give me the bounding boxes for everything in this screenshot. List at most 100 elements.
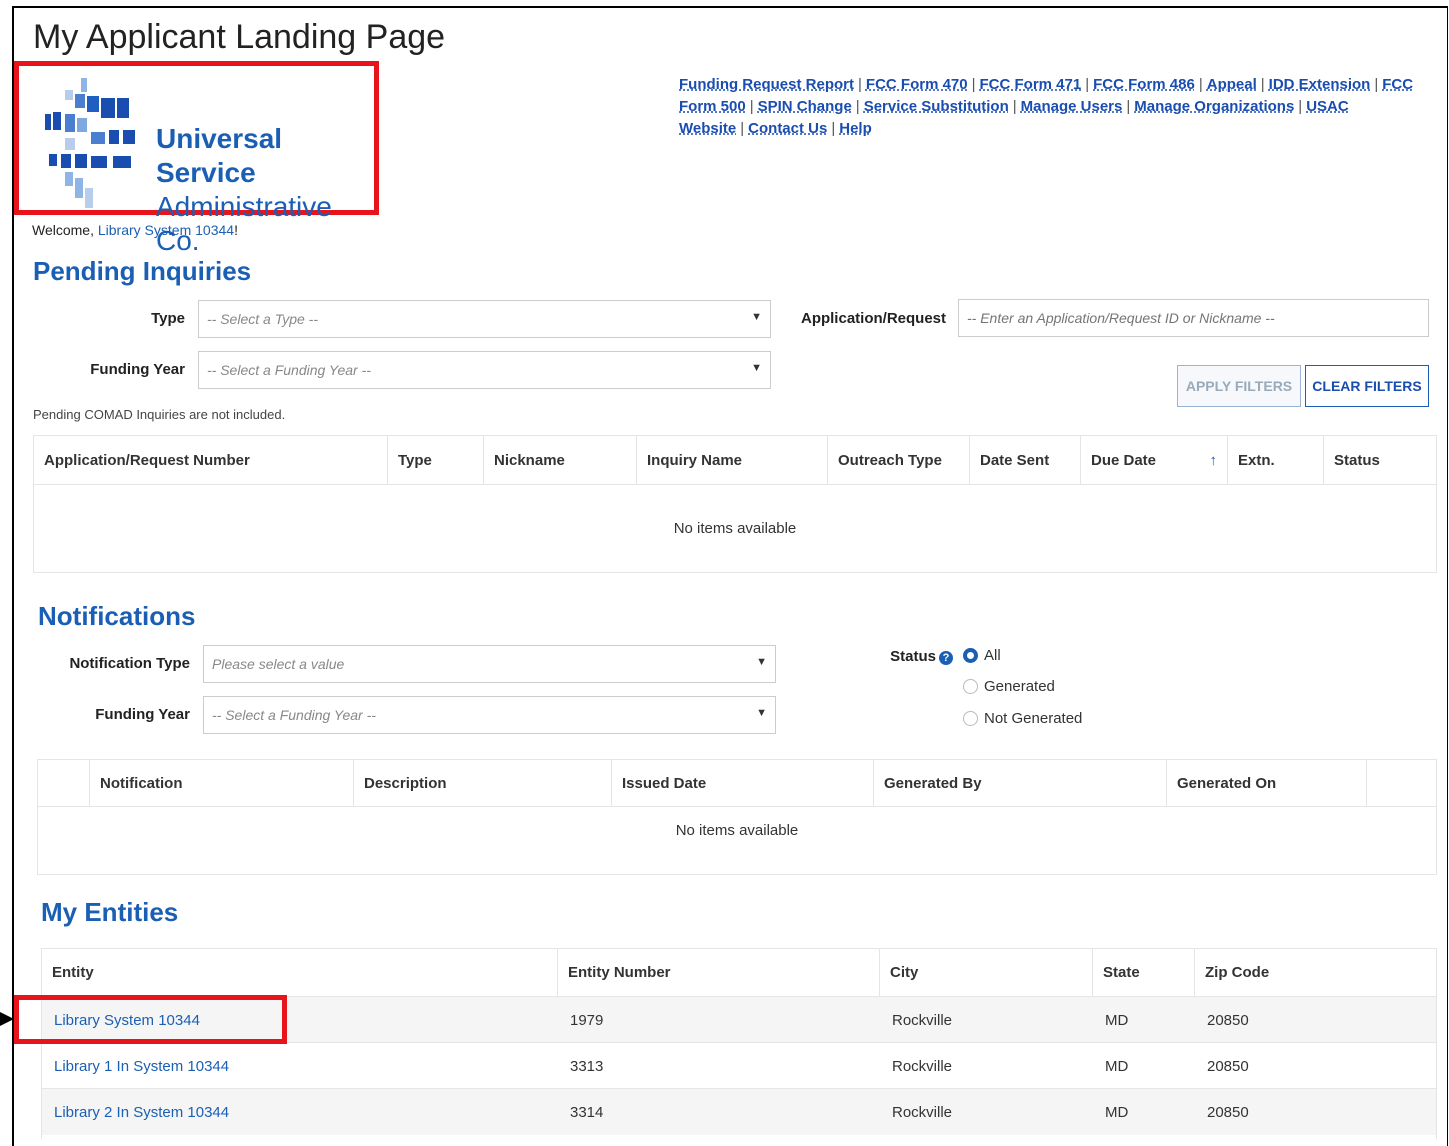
status-option-all: All: [984, 647, 1001, 664]
col-extn[interactable]: Extn.: [1228, 436, 1324, 484]
notification-type-label: Notification Type: [69, 655, 190, 672]
zip-cell: 20850: [1207, 1011, 1249, 1029]
col-nickname[interactable]: Nickname: [484, 436, 637, 484]
col-date-sent[interactable]: Date Sent: [970, 436, 1081, 484]
link-fcc-form-471[interactable]: FCC Form 471: [980, 76, 1082, 93]
notif-funding-year-select[interactable]: -- Select a Funding Year -- ▼: [203, 696, 776, 734]
table-header: Application/Request Number Type Nickname…: [34, 436, 1436, 485]
link-manage-organizations[interactable]: Manage Organizations: [1134, 98, 1294, 115]
status-radio-not-generated[interactable]: Not Generated: [963, 710, 1082, 727]
pending-empty-message: No items available: [673, 520, 797, 537]
sort-ascending-icon: ↑: [1209, 451, 1218, 469]
link-funding-request-report[interactable]: Funding Request Report: [679, 76, 854, 93]
help-icon[interactable]: ?: [939, 651, 953, 665]
pending-inquiries-table: Application/Request Number Type Nickname…: [33, 435, 1437, 573]
my-entities-title: My Entities: [41, 897, 179, 927]
entity-link[interactable]: Library 2 In System 10344: [54, 1104, 229, 1121]
city-cell: Rockville: [892, 1011, 953, 1029]
welcome-user-link[interactable]: Library System 10344: [98, 222, 234, 238]
comad-note: Pending COMAD Inquiries are not included…: [33, 407, 286, 422]
chevron-down-icon: ▼: [751, 311, 762, 323]
link-fcc-form-486[interactable]: FCC Form 486: [1093, 76, 1195, 93]
col-generated-by[interactable]: Generated By: [874, 760, 1167, 806]
link-service-substitution[interactable]: Service Substitution: [864, 98, 1009, 115]
notifications-empty-message: No items available: [675, 822, 799, 839]
col-notification[interactable]: Notification: [90, 760, 354, 806]
col-issued-date[interactable]: Issued Date: [612, 760, 874, 806]
col-city[interactable]: City: [880, 949, 1093, 996]
link-spin-change[interactable]: SPIN Change: [758, 98, 852, 115]
notifications-title: Notifications: [38, 601, 196, 631]
application-request-input[interactable]: [958, 299, 1429, 337]
status-radio-generated[interactable]: Generated: [963, 678, 1055, 695]
col-application-request-number[interactable]: Application/Request Number: [34, 436, 388, 484]
entity-number-cell: 3314: [570, 1103, 604, 1121]
col-state[interactable]: State: [1093, 949, 1195, 996]
notifications-table: Notification Description Issued Date Gen…: [37, 759, 1437, 875]
col-entity-number[interactable]: Entity Number: [558, 949, 880, 996]
page-title: My Applicant Landing Page: [33, 18, 446, 56]
chevron-down-icon: ▼: [756, 656, 767, 668]
apply-filters-button[interactable]: APPLY FILTERS: [1177, 365, 1301, 407]
type-select-placeholder: -- Select a Type --: [207, 311, 318, 327]
link-contact-us[interactable]: Contact Us: [748, 120, 827, 137]
notification-type-placeholder: Please select a value: [212, 656, 345, 672]
col-status[interactable]: Status: [1324, 436, 1436, 484]
notif-funding-year-label: Funding Year: [95, 706, 190, 723]
col-due-date[interactable]: Due Date ↑: [1081, 436, 1228, 484]
welcome-message: Welcome, Library System 10344!: [32, 222, 238, 238]
col-type[interactable]: Type: [388, 436, 484, 484]
table-header: Notification Description Issued Date Gen…: [38, 760, 1436, 807]
status-radio-all[interactable]: All: [963, 647, 1001, 664]
col-generated-on[interactable]: Generated On: [1167, 760, 1367, 806]
entity-cell: Library 1 In System 10344: [42, 1043, 558, 1089]
logo-line1: Universal Service: [156, 123, 283, 188]
clear-filters-button[interactable]: CLEAR FILTERS: [1305, 365, 1429, 407]
col-zip-code[interactable]: Zip Code: [1195, 949, 1436, 996]
type-label: Type: [151, 310, 185, 327]
funding-year-select[interactable]: -- Select a Funding Year -- ▼: [198, 351, 771, 389]
pending-inquiries-title: Pending Inquiries: [33, 256, 252, 286]
table-row: Library 2 In System 10344 3314 Rockville…: [42, 1088, 1436, 1135]
application-request-label: Application/Request: [800, 310, 946, 327]
zip-cell: 20850: [1207, 1057, 1249, 1075]
city-cell: Rockville: [892, 1057, 953, 1075]
entity-link[interactable]: Library 1 In System 10344: [54, 1058, 229, 1075]
col-entity[interactable]: Entity: [42, 949, 558, 996]
pointer-arrow-icon: [0, 1012, 14, 1026]
city-cell: Rockville: [892, 1103, 953, 1121]
welcome-suffix: !: [234, 222, 238, 238]
usac-logo-mark-icon: [45, 78, 135, 208]
top-nav-links: Funding Request Report | FCC Form 470 | FCC …: [679, 76, 1414, 137]
entity-number-cell: 1979: [570, 1011, 604, 1029]
entity-cell: Library 2 In System 10344: [42, 1089, 558, 1135]
entity-highlight-box: [14, 995, 287, 1044]
notif-funding-year-placeholder: -- Select a Funding Year --: [212, 707, 376, 723]
col-description[interactable]: Description: [354, 760, 612, 806]
col-outreach-type[interactable]: Outreach Type: [828, 436, 970, 484]
state-cell: MD: [1105, 1103, 1129, 1121]
link-help[interactable]: Help: [839, 120, 872, 137]
welcome-prefix: Welcome,: [32, 222, 98, 238]
funding-year-placeholder: -- Select a Funding Year --: [207, 362, 371, 378]
radio-icon: [963, 679, 978, 694]
status-label-text: Status: [890, 648, 936, 665]
notification-type-select[interactable]: Please select a value ▼: [203, 645, 776, 683]
link-idd-extension[interactable]: IDD Extension: [1269, 76, 1371, 93]
funding-year-label: Funding Year: [90, 361, 185, 378]
status-option-generated: Generated: [984, 678, 1055, 695]
usac-logo[interactable]: Universal Service Administrative Co.: [14, 61, 379, 256]
status-option-not-generated: Not Generated: [984, 710, 1083, 727]
link-appeal[interactable]: Appeal: [1207, 76, 1257, 93]
radio-selected-icon: [963, 648, 978, 663]
chevron-down-icon: ▼: [756, 707, 767, 719]
col-due-date-label: Due Date: [1091, 451, 1157, 469]
link-manage-users[interactable]: Manage Users: [1021, 98, 1123, 115]
link-fcc-form-470[interactable]: FCC Form 470: [866, 76, 968, 93]
col-inquiry-name[interactable]: Inquiry Name: [637, 436, 828, 484]
state-cell: MD: [1105, 1011, 1129, 1029]
table-row: Library 1 In System 10344 3313 Rockville…: [42, 1042, 1436, 1089]
type-select[interactable]: -- Select a Type -- ▼: [198, 300, 771, 338]
state-cell: MD: [1105, 1057, 1129, 1075]
chevron-down-icon: ▼: [751, 362, 762, 374]
